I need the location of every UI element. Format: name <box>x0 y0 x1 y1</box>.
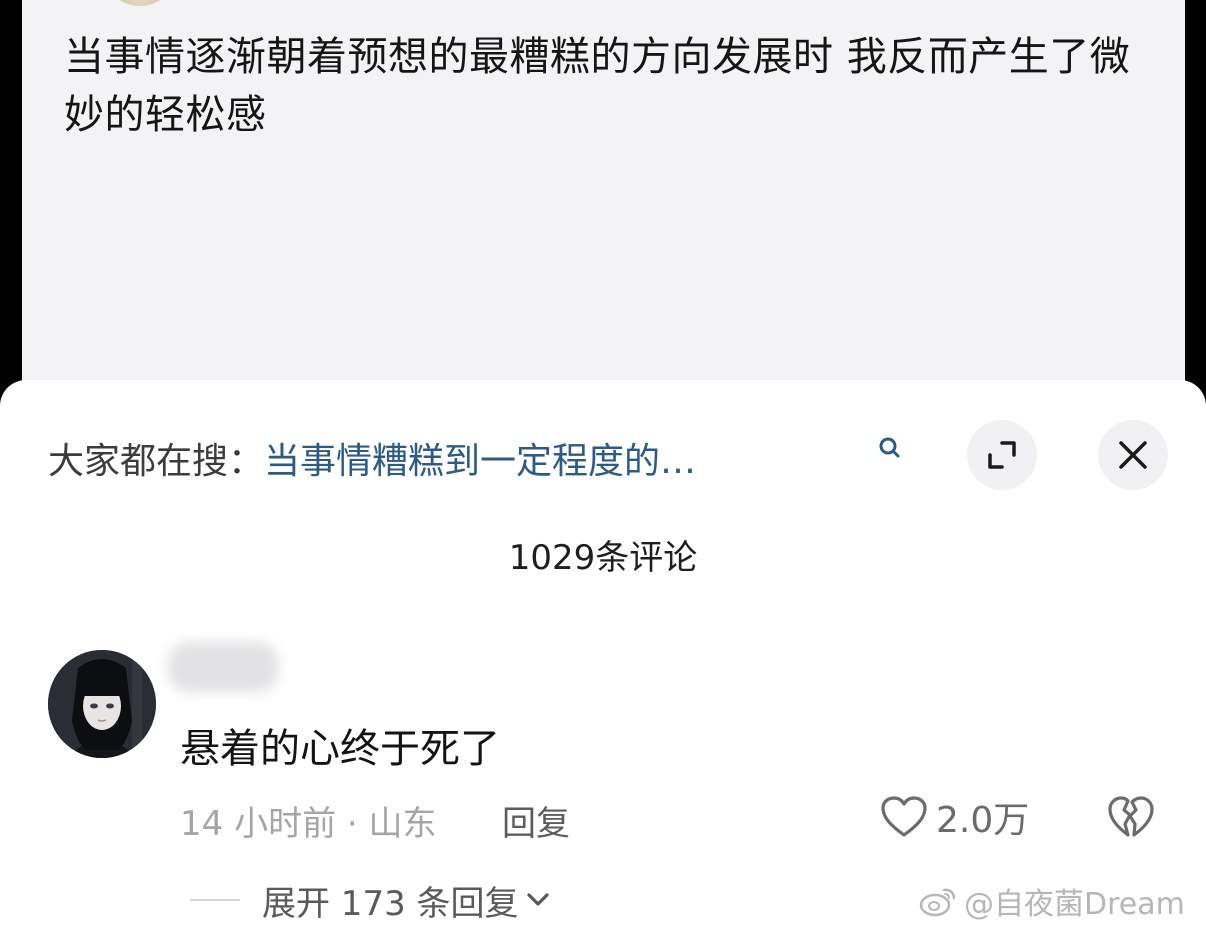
post-text: 当事情逐渐朝着预想的最糟糕的方向发展时 我反而产生了微妙的轻松感 <box>64 34 1131 138</box>
comment-count-title: 1029条评论 <box>508 538 698 578</box>
close-button[interactable] <box>1098 420 1168 490</box>
trending-search-prefix: 大家都在搜： <box>48 441 265 482</box>
post-area: 当事情逐渐朝着预想的最糟糕的方向发展时 我反而产生了微妙的轻松感 <box>22 0 1185 400</box>
expand-button[interactable] <box>967 420 1037 490</box>
like-button[interactable]: 2.0万 <box>880 792 1029 842</box>
replies-divider <box>190 899 240 901</box>
like-count: 2.0万 <box>936 800 1030 841</box>
app-screen: 当事情逐渐朝着预想的最糟糕的方向发展时 我反而产生了微妙的轻松感 大家都在搜： … <box>0 0 1206 928</box>
weibo-logo-icon <box>919 888 956 917</box>
avatar-illustration <box>48 650 156 758</box>
expand-replies-label: 展开 173 条回复 <box>262 883 519 924</box>
comment-meta: 14 小时前 · 山东 <box>180 804 437 844</box>
close-icon <box>1119 441 1147 469</box>
heart-icon <box>881 796 927 837</box>
post-author-avatar[interactable] <box>110 0 170 6</box>
expand-icon <box>988 441 1016 469</box>
watermark-text: @自夜菌Dream <box>964 887 1185 922</box>
search-icon[interactable] <box>876 434 904 462</box>
trending-search-query[interactable]: 当事情糟糕到一定程度的… <box>264 432 696 484</box>
expand-replies-button[interactable]: 展开 173 条回复 <box>262 876 551 924</box>
commenter-avatar[interactable] <box>48 650 156 758</box>
chevron-down-icon <box>526 893 549 906</box>
trending-search-bar[interactable]: 大家都在搜： 当事情糟糕到一定程度的… <box>48 430 696 486</box>
comment-text: 悬着的心终于死了 <box>180 726 500 772</box>
watermark: @自夜菌Dream <box>918 878 1185 924</box>
broken-heart-icon[interactable] <box>1106 794 1156 840</box>
comment-sheet: 大家都在搜： 当事情糟糕到一定程度的… 1029条评论 悬着的心终于死了 14 … <box>0 380 1206 928</box>
reply-button[interactable]: 回复 <box>502 796 570 845</box>
commenter-username-blurred[interactable] <box>168 642 278 692</box>
